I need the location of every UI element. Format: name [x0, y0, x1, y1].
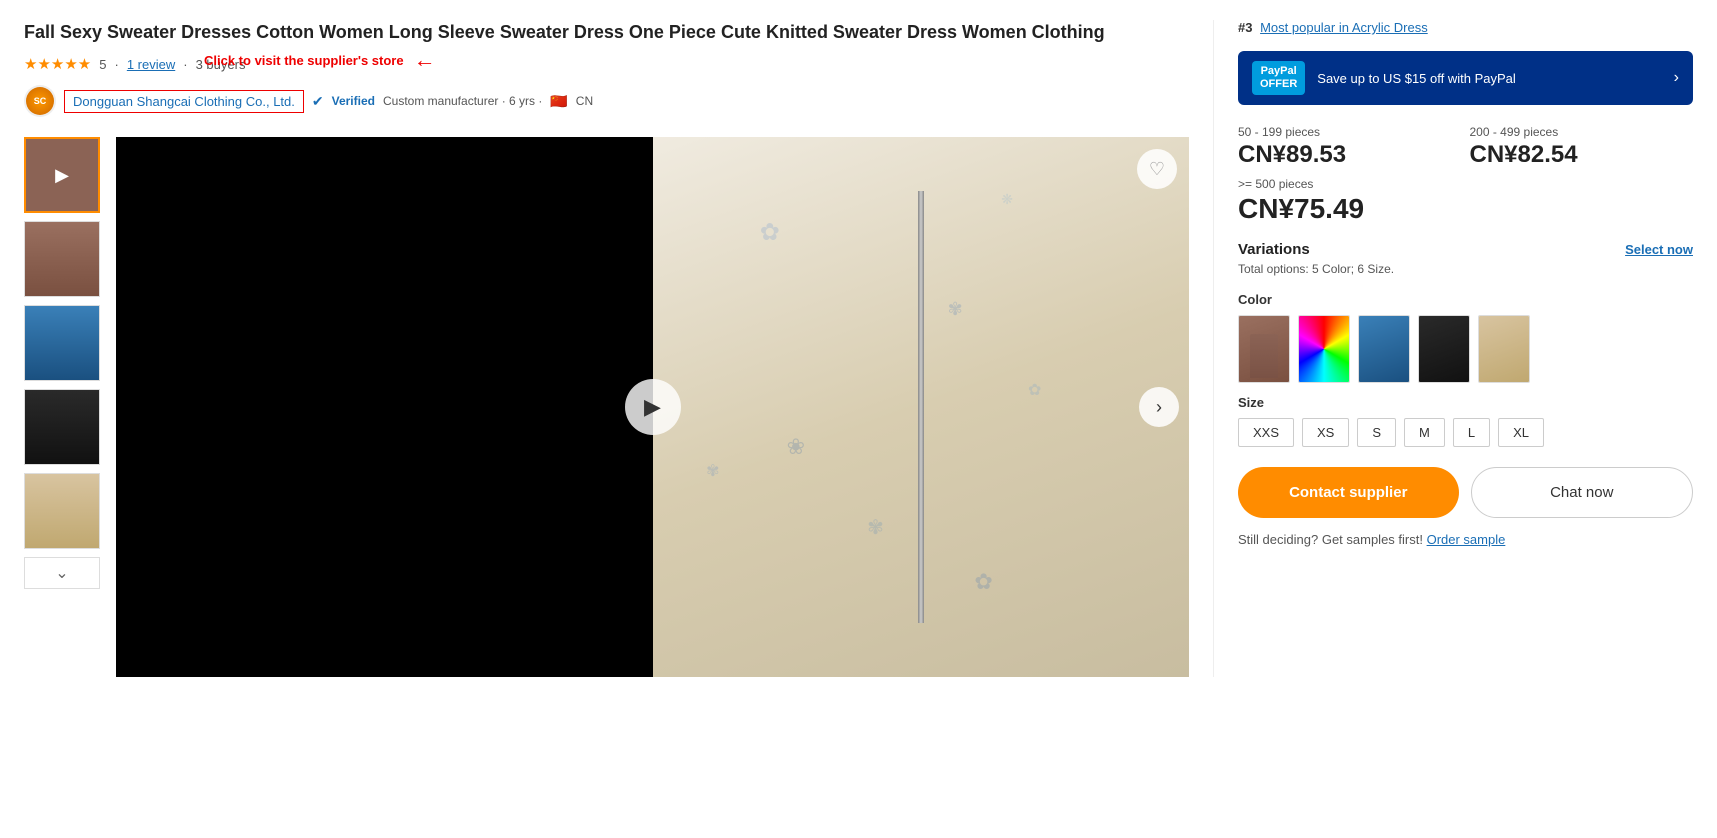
verified-check-icon: ✔ [312, 93, 324, 110]
popular-badge: #3 Most popular in Acrylic Dress [1238, 20, 1693, 35]
select-now-link[interactable]: Select now [1625, 242, 1693, 257]
paypal-banner[interactable]: PayPal OFFER Save up to US $15 off with … [1238, 51, 1693, 105]
size-label: Size [1238, 395, 1693, 410]
color-swatch-multicolor[interactable] [1298, 315, 1350, 383]
thumbnail-1[interactable]: ▶ [24, 137, 100, 213]
thumbnail-2[interactable] [24, 221, 100, 297]
color-swatches [1238, 315, 1693, 383]
country-flag-icon: 🇨🇳 [550, 93, 567, 110]
wishlist-button[interactable]: ♡ [1137, 149, 1177, 189]
paypal-label1: PayPal [1260, 65, 1297, 78]
color-swatch-blue[interactable] [1358, 315, 1410, 383]
action-buttons: Contact supplier Chat now [1238, 467, 1693, 518]
product-title: Fall Sexy Sweater Dresses Cotton Women L… [24, 20, 1189, 45]
popular-category-link[interactable]: Most popular in Acrylic Dress [1260, 20, 1428, 35]
size-section: Size XXS XS S M L XL [1238, 395, 1693, 447]
dress-image-area: ✿ ✾ ❀ ✿ ✾ ❋ ✿ ✾ [653, 137, 1190, 677]
supplier-logo: SC [24, 85, 56, 117]
supplier-name-link[interactable]: Dongguan Shangcai Clothing Co., Ltd. [64, 90, 304, 113]
size-xl[interactable]: XL [1498, 418, 1544, 447]
color-swatch-black[interactable] [1418, 315, 1470, 383]
size-xs[interactable]: XS [1302, 418, 1349, 447]
supplier-row: SC Dongguan Shangcai Clothing Co., Ltd. … [24, 85, 1189, 117]
contact-supplier-button[interactable]: Contact supplier [1238, 467, 1459, 518]
color-swatch-beige[interactable] [1478, 315, 1530, 383]
thumbnail-4[interactable] [24, 389, 100, 465]
separator2: · [183, 57, 187, 72]
country-code: CN [576, 94, 593, 108]
paypal-arrow-icon: › [1674, 69, 1679, 87]
price-value-2: CN¥82.54 [1470, 141, 1694, 169]
price-tier-2: 200 - 499 pieces CN¥82.54 [1470, 125, 1694, 169]
size-s[interactable]: S [1357, 418, 1396, 447]
supplier-section: Click to visit the supplier's store ← SC… [24, 85, 1189, 117]
star-rating: ★★★★★ [24, 55, 91, 73]
rating-score: 5 [99, 57, 106, 72]
supplier-annotation: Click to visit the supplier's store ← [204, 47, 436, 73]
chevron-down-icon: ⌄ [55, 563, 68, 583]
right-panel: #3 Most popular in Acrylic Dress PayPal … [1213, 20, 1693, 677]
color-swatch-brown[interactable] [1238, 315, 1290, 383]
supplier-meta: Custom manufacturer · 6 yrs · [383, 94, 542, 108]
order-sample-link[interactable]: Order sample [1427, 532, 1506, 547]
price-value-3: CN¥75.49 [1238, 193, 1693, 225]
price-tier-1: 50 - 199 pieces CN¥89.53 [1238, 125, 1462, 169]
paypal-description: Save up to US $15 off with PayPal [1317, 71, 1661, 86]
supplier-logo-inner: SC [26, 87, 54, 115]
size-xxs[interactable]: XXS [1238, 418, 1294, 447]
variations-header: Variations Select now [1238, 241, 1693, 258]
separator: · [114, 57, 118, 72]
play-button[interactable]: ▶ [625, 379, 681, 435]
verified-badge: Verified [332, 94, 375, 108]
main-image-area: ✿ ✾ ❀ ✿ ✾ ❋ ✿ ✾ ▶ [116, 137, 1189, 677]
size-buttons: XXS XS S M L XL [1238, 418, 1693, 447]
rank-number: #3 [1238, 20, 1252, 35]
review-link[interactable]: 1 review [127, 57, 175, 72]
thumbnail-scroll-down[interactable]: ⌄ [24, 557, 100, 589]
price-range-1: 50 - 199 pieces [1238, 125, 1462, 139]
page-container: Fall Sexy Sweater Dresses Cotton Women L… [0, 0, 1717, 697]
next-image-button[interactable]: › [1139, 387, 1179, 427]
order-sample-text: Still deciding? Get samples first! [1238, 532, 1423, 547]
annotation-arrow-icon: ← [414, 47, 436, 73]
paypal-label2: OFFER [1260, 78, 1297, 91]
price-value-1: CN¥89.53 [1238, 141, 1462, 169]
variations-subtitle: Total options: 5 Color; 6 Size. [1238, 262, 1693, 276]
thumbnail-list: ▶ [24, 137, 104, 677]
size-m[interactable]: M [1404, 418, 1445, 447]
thumbnail-3[interactable] [24, 305, 100, 381]
price-range-3: >= 500 pieces [1238, 177, 1693, 191]
pricing-grid: 50 - 199 pieces CN¥89.53 200 - 499 piece… [1238, 125, 1693, 225]
color-section: Color [1238, 292, 1693, 383]
annotation-text: Click to visit the supplier's store [204, 53, 404, 68]
floral-bg: ✿ ✾ ❀ ✿ ✾ ❋ ✿ ✾ [653, 137, 1190, 677]
video-area-left [116, 137, 653, 677]
thumbnail-5[interactable] [24, 473, 100, 549]
variations-title: Variations [1238, 241, 1310, 258]
chat-now-button[interactable]: Chat now [1471, 467, 1694, 518]
curtain-rod [918, 191, 924, 623]
left-section: Fall Sexy Sweater Dresses Cotton Women L… [24, 20, 1189, 677]
price-tier-3: >= 500 pieces CN¥75.49 [1238, 177, 1693, 225]
media-section: ▶ [24, 137, 1189, 677]
variations-section: Variations Select now Total options: 5 C… [1238, 241, 1693, 276]
rating-row: ★★★★★ 5 · 1 review · 3 buyers [24, 55, 1189, 73]
size-l[interactable]: L [1453, 418, 1490, 447]
price-range-2: 200 - 499 pieces [1470, 125, 1694, 139]
color-label: Color [1238, 292, 1693, 307]
paypal-offer-badge: PayPal OFFER [1252, 61, 1305, 95]
order-sample-row: Still deciding? Get samples first! Order… [1238, 532, 1693, 547]
